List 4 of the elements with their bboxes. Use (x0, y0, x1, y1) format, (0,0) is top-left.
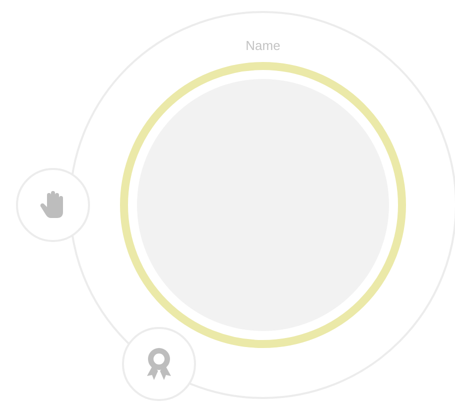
name-label: Name (246, 38, 280, 53)
award-button[interactable] (122, 327, 196, 401)
award-icon (145, 347, 173, 381)
hand-icon (40, 190, 66, 220)
